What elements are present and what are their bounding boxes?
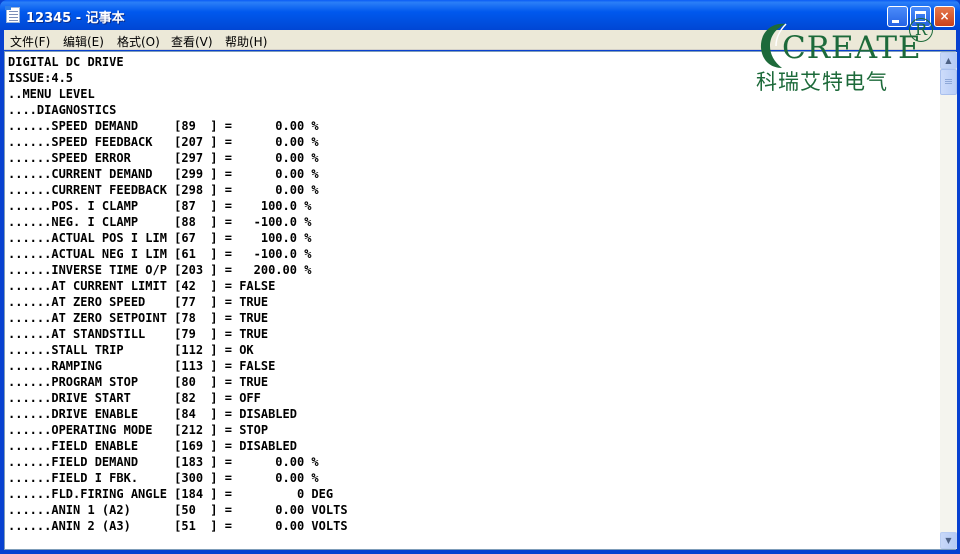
text-line: ......CURRENT FEEDBACK [298 ] = 0.00 % [8,183,319,197]
text-line: ......ANIN 1 (A2) [50 ] = 0.00 VOLTS [8,503,348,517]
text-line: ......STALL TRIP [112 ] = OK [8,343,254,357]
menu-view[interactable]: 查看(V) [171,33,213,50]
logo-wordmark: CREATE [782,30,922,66]
vertical-scrollbar[interactable]: ▲ ▼ [940,52,957,549]
text-line: ......PROGRAM STOP [80 ] = TRUE [8,375,269,389]
text-line: ......DRIVE START [82 ] = OFF [8,391,261,405]
registered-mark: R [909,18,933,42]
logo-chinese-name: 科瑞艾特电气 [756,70,888,94]
text-line: ......FIELD ENABLE [169 ] = DISABLED [8,439,297,453]
notepad-window: 12345 - 记事本 × 文件(F) 编辑(E) 格式(O) 查看(V) 帮助… [0,0,960,554]
arrow-down-icon: ▼ [945,536,952,545]
text-line: ......POS. I CLAMP [87 ] = 100.0 % [8,199,312,213]
text-line: ......AT STANDSTILL [79 ] = TRUE [8,327,269,341]
scroll-up-button[interactable]: ▲ [940,52,957,69]
scroll-down-button[interactable]: ▼ [940,532,957,549]
text-line: ......OPERATING MODE [212 ] = STOP [8,423,269,437]
text-line: ......RAMPING [113 ] = FALSE [8,359,276,373]
text-line: ......AT ZERO SPEED [77 ] = TRUE [8,295,269,309]
notepad-icon[interactable] [5,6,20,23]
text-line: ......ACTUAL POS I LIM [67 ] = 100.0 % [8,231,312,245]
text-line: ......AT CURRENT LIMIT [42 ] = FALSE [8,279,276,293]
menu-format[interactable]: 格式(O) [117,33,160,50]
text-line: ......FIELD I FBK. [300 ] = 0.00 % [8,471,319,485]
menu-file[interactable]: 文件(F) [10,33,50,50]
text-line: ......SPEED ERROR [297 ] = 0.00 % [8,151,319,165]
window-title: 12345 - 记事本 [26,11,125,26]
arrow-up-icon: ▲ [945,56,952,65]
text-line: ......ACTUAL NEG I LIM [61 ] = -100.0 % [8,247,312,261]
create-watermark-logo: CREATE R 科瑞艾特电气 [746,14,941,94]
menu-edit[interactable]: 编辑(E) [63,33,104,50]
menu-help[interactable]: 帮助(H) [225,33,267,50]
text-line: ......INVERSE TIME O/P [203 ] = 200.00 % [8,263,312,277]
text-line: ......NEG. I CLAMP [88 ] = -100.0 % [8,215,312,229]
scroll-thumb[interactable] [940,69,957,95]
text-line: ......CURRENT DEMAND [299 ] = 0.00 % [8,167,319,181]
editor-area[interactable]: DIGITAL DC DRIVE ISSUE:4.5 ..MENU LEVEL...… [4,51,957,550]
document-text[interactable]: DIGITAL DC DRIVE ISSUE:4.5 ..MENU LEVEL...… [8,54,936,548]
text-line: ......DRIVE ENABLE [84 ] = DISABLED [8,407,297,421]
text-line: ......ANIN 2 (A3) [51 ] = 0.00 VOLTS [8,519,348,533]
text-line: ......AT ZERO SETPOINT [78 ] = TRUE [8,311,269,325]
text-line: ......SPEED DEMAND [89 ] = 0.00 % [8,119,319,133]
text-line: ......SPEED FEEDBACK [207 ] = 0.00 % [8,135,319,149]
text-line: ......FLD.FIRING ANGLE [184 ] = 0 DEG [8,487,334,501]
text-line: ......FIELD DEMAND [183 ] = 0.00 % [8,455,319,469]
text-line: ....DIAGNOSTICS [8,103,117,117]
